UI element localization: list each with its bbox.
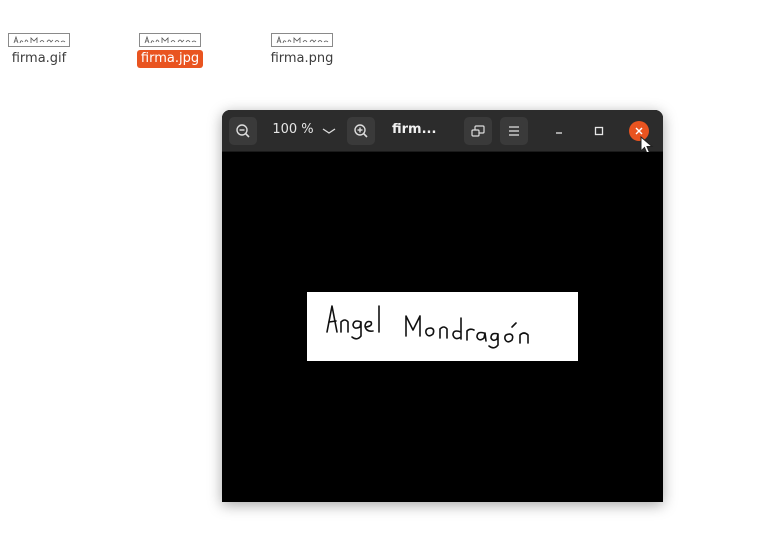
minimize-icon — [556, 132, 562, 134]
file-thumbnail — [8, 33, 70, 47]
file-firma-jpg[interactable]: firma.jpg — [125, 33, 215, 68]
file-name-label: firma.gif — [11, 51, 67, 66]
zoom-level-value[interactable]: 100 % — [270, 122, 316, 137]
signature-thumbnail-image — [144, 35, 197, 44]
minimize-button[interactable] — [549, 121, 569, 141]
desktop: firma.gif firma.jpg firma.png 100 % firm… — [0, 0, 763, 538]
image-viewer-window: 100 % firm... — [222, 110, 663, 502]
zoom-in-button[interactable] — [347, 117, 375, 145]
zoom-out-icon — [236, 124, 250, 138]
zoom-out-button[interactable] — [229, 117, 257, 145]
image-canvas[interactable] — [222, 152, 663, 502]
zoom-dropdown-button[interactable] — [320, 123, 338, 139]
menu-button[interactable] — [500, 117, 528, 145]
signature-thumbnail-image — [276, 35, 329, 44]
handwritten-signature — [326, 305, 529, 349]
file-name-label: firma.png — [270, 51, 334, 66]
fullscreen-icon — [471, 125, 485, 137]
file-thumbnail — [271, 33, 333, 47]
signature-image — [307, 292, 578, 361]
maximize-icon — [594, 126, 604, 136]
fullscreen-button[interactable] — [464, 117, 492, 145]
zoom-in-icon — [354, 124, 368, 138]
maximize-button[interactable] — [589, 121, 609, 141]
header-bar[interactable]: 100 % firm... — [222, 110, 663, 155]
chevron-down-icon — [322, 128, 336, 134]
file-firma-png[interactable]: firma.png — [257, 33, 347, 68]
window-title: firm... — [392, 122, 437, 137]
file-firma-gif[interactable]: firma.gif — [0, 33, 84, 68]
signature-thumbnail-image — [13, 35, 66, 44]
file-name-label: firma.jpg — [136, 50, 204, 68]
hamburger-menu-icon — [509, 126, 519, 136]
file-thumbnail — [139, 33, 201, 47]
